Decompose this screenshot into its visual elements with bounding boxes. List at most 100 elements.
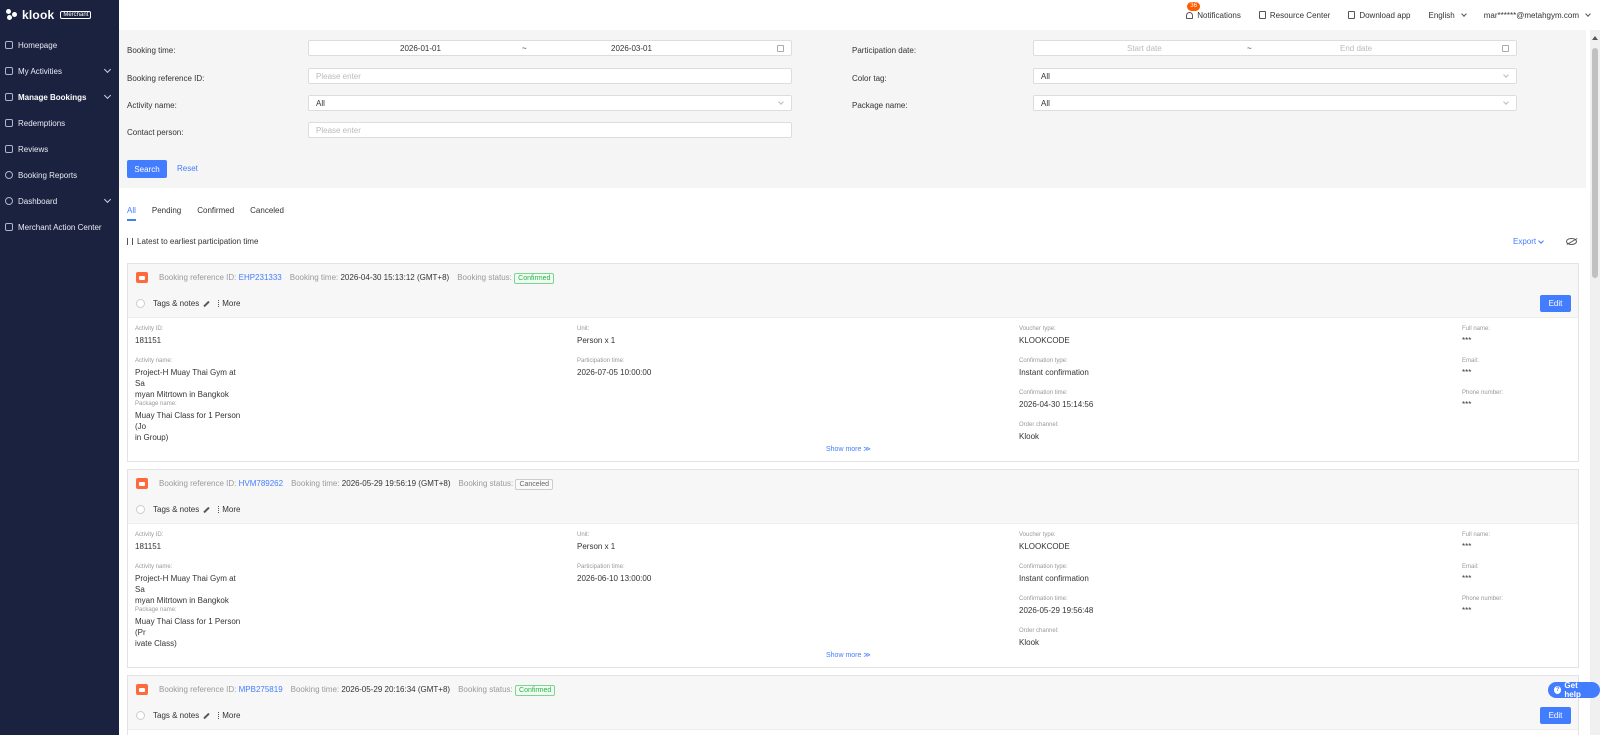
scrollbar-thumb[interactable] — [1592, 48, 1598, 278]
booking-ref-link[interactable]: MPB275819 — [239, 685, 283, 694]
more-label: More — [222, 711, 241, 720]
edit-button[interactable]: Edit — [1540, 295, 1571, 312]
tab-all[interactable]: All — [127, 206, 136, 221]
booking-time-range[interactable]: 2026-01-01 ~ 2026-03-01 — [308, 40, 792, 56]
booking-card: Booking reference ID: HVM789262 Booking … — [127, 469, 1579, 668]
booking-ref-link[interactable]: EHP231333 — [239, 273, 282, 282]
tab-canceled[interactable]: Canceled — [250, 206, 284, 221]
package-name-field: Package name: Muay Thai Class for 1 Perso… — [135, 607, 245, 649]
select-radio[interactable] — [136, 711, 145, 720]
participation-end-placeholder: End date — [1340, 44, 1373, 53]
reset-button[interactable]: Reset — [177, 164, 198, 173]
field-value: Instant confirmation — [1019, 574, 1089, 583]
color-tag-select[interactable]: All — [1033, 68, 1517, 84]
sort-icon — [127, 238, 133, 245]
booking-card-toolbar: Tags & notes More — [128, 496, 1578, 524]
participation-date-range[interactable]: Start date ~ End date — [1033, 40, 1517, 56]
chevron-down-icon — [1460, 11, 1467, 17]
account-menu[interactable]: mar******@metahgym.com — [1484, 11, 1591, 20]
field-value: KLOOKCODE — [1019, 542, 1070, 551]
export-dropdown[interactable]: Export — [1513, 237, 1544, 246]
package-name-select[interactable]: All — [1033, 95, 1517, 111]
sidebar-item-my-activities[interactable]: My Activities — [0, 58, 119, 84]
email-field: Email: *** — [1462, 564, 1572, 584]
booking-status-key: Booking status: — [458, 684, 513, 694]
activity-id-field: Activity ID: 181151 — [135, 326, 245, 346]
field-key: Confirmation time: — [1019, 596, 1068, 602]
field-key: Voucher type: — [1019, 532, 1056, 538]
booking-time-key: Booking time: — [289, 272, 339, 282]
field-value: Project-H Muay Thai Gym at Sa — [135, 574, 236, 594]
get-help-label: Get help — [1564, 681, 1581, 699]
tab-confirmed[interactable]: Confirmed — [197, 206, 234, 221]
more-dots-icon — [218, 506, 220, 513]
edit-button[interactable]: Edit — [1540, 707, 1571, 724]
tags-notes-button[interactable]: Tags & notes — [153, 711, 210, 720]
status-badge: Confirmed — [515, 684, 556, 696]
select-radio[interactable] — [136, 299, 145, 308]
language-selector[interactable]: English — [1428, 11, 1467, 20]
document-icon — [1258, 11, 1266, 19]
booking-card: Booking reference ID: EHP231333 Booking … — [127, 263, 1579, 462]
field-value: Person x 1 — [577, 542, 616, 551]
resource-center-link[interactable]: Resource Center — [1258, 11, 1330, 20]
sidebar-item-reviews[interactable]: Reviews — [0, 136, 119, 162]
field-key: Voucher type: — [1019, 326, 1056, 332]
booking-ref-label: Booking reference ID: — [127, 74, 205, 83]
tags-notes-label: Tags & notes — [153, 299, 200, 308]
sidebar-item-manage-bookings[interactable]: Manage Bookings — [0, 84, 119, 110]
sidebar-item-dashboard[interactable]: Dashboard — [0, 188, 119, 214]
download-app-link[interactable]: Download app — [1348, 11, 1410, 20]
sort-control[interactable]: Latest to earliest participation time — [127, 237, 258, 246]
booking-card-body: Activity ID: 181151 Activity name: Project… — [128, 318, 1578, 461]
field-key: Phone number: — [1462, 596, 1504, 602]
order-channel-field: Order channel: Klook — [1019, 422, 1129, 442]
download-app-label: Download app — [1359, 10, 1411, 20]
sidebar-item-redemptions[interactable]: Redemptions — [0, 110, 119, 136]
contact-person-input[interactable]: Please enter — [308, 122, 792, 138]
field-value: myan Mitrtown in Bangkok — [135, 390, 229, 399]
hide-info-eye-icon[interactable] — [1566, 238, 1577, 245]
klook-logo[interactable]: klook Merchant — [0, 0, 119, 30]
field-key: Activity ID: — [135, 532, 164, 538]
voucher-type-field: Voucher type: KLOOKCODE — [1019, 532, 1129, 552]
chevron-down-icon — [1585, 11, 1591, 17]
more-menu[interactable]: More — [218, 505, 240, 514]
more-menu[interactable]: More — [218, 711, 240, 720]
sidebar-item-merchant-action-center[interactable]: Merchant Action Center — [0, 214, 119, 240]
action-center-icon — [5, 223, 13, 231]
booking-ref-input[interactable]: Please enter — [308, 68, 792, 84]
activity-name-select[interactable]: All — [308, 95, 792, 111]
notifications-link[interactable]: 36 Notifications — [1186, 1, 1241, 20]
field-value: myan Mitrtown in Bangkok — [135, 596, 229, 605]
booking-status-key: Booking status: — [458, 478, 514, 488]
tags-notes-button[interactable]: Tags & notes — [153, 299, 210, 308]
field-value: Project-H Muay Thai Gym at Sa — [135, 368, 236, 388]
field-value: Muay Thai Class for 1 Person (Jo — [135, 411, 241, 431]
show-more-link[interactable]: Show more ≫ — [826, 445, 871, 453]
activity-id-field: Activity ID: 181151 — [135, 532, 245, 552]
booking-card-header: Booking reference ID: HVM789262 Booking … — [128, 470, 1578, 496]
activities-icon — [5, 67, 13, 75]
booking-card-toolbar: Tags & notes More Edit — [128, 702, 1578, 730]
booking-time-value: 2026-04-30 15:13:12 (GMT+8) — [340, 272, 450, 282]
shop-icon — [136, 683, 148, 695]
booking-ref-link[interactable]: HVM789262 — [239, 479, 283, 488]
scrollbar[interactable] — [1590, 30, 1600, 735]
select-radio[interactable] — [136, 505, 145, 514]
scroll-up-arrow-icon[interactable] — [1592, 36, 1598, 40]
get-help-button[interactable]: ? Get help — [1548, 681, 1600, 699]
sidebar-item-homepage[interactable]: Homepage — [0, 32, 119, 58]
field-value: Muay Thai Class for 1 Person (Pr — [135, 617, 241, 637]
tab-pending[interactable]: Pending — [152, 206, 181, 221]
search-button[interactable]: Search — [127, 160, 167, 178]
more-menu[interactable]: More — [218, 299, 240, 308]
activity-name-field: Activity name: Project-H Muay Thai Gym at… — [135, 564, 245, 606]
field-key: Email: — [1462, 564, 1479, 570]
show-more-link[interactable]: Show more ≫ — [826, 651, 871, 659]
sidebar-item-label: Redemptions — [18, 118, 66, 128]
tags-notes-button[interactable]: Tags & notes — [153, 505, 210, 514]
field-value: *** — [1462, 542, 1472, 551]
sidebar-item-booking-reports[interactable]: Booking Reports — [0, 162, 119, 188]
sidebar-item-label: Reviews — [18, 144, 49, 154]
